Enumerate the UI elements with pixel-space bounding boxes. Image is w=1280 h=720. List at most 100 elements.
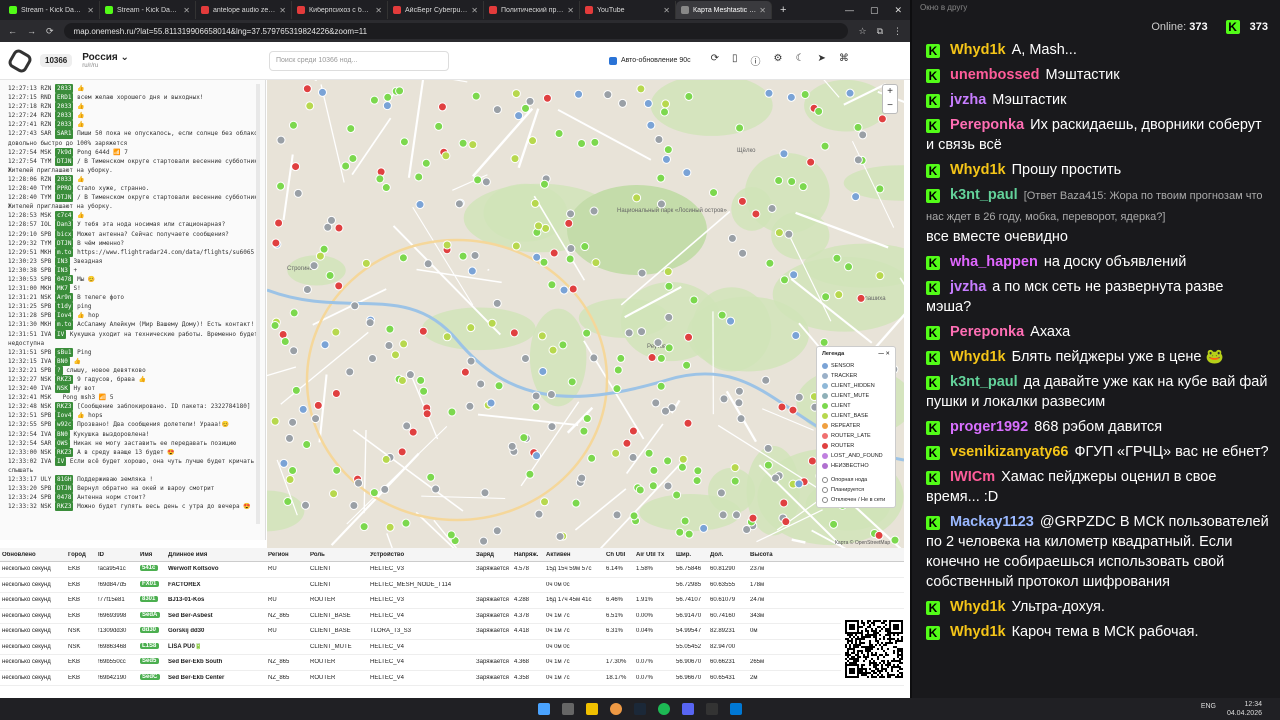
minimize-window-icon[interactable]: —	[845, 5, 854, 16]
log-node-id[interactable]: DTJN	[55, 238, 74, 248]
chat-username[interactable]: wha_happen	[950, 254, 1038, 270]
log-node-id[interactable]: OWS	[55, 438, 70, 448]
log-node-id[interactable]: IN3	[55, 265, 70, 275]
chat-username[interactable]: Mackay1123	[950, 514, 1034, 530]
log-node-id[interactable]: RKZ3	[55, 502, 74, 512]
telegram-icon[interactable]: ➤	[817, 53, 825, 68]
table-row[interactable]: несколько секунд EKB !aca9541c 541c Werwolf …	[0, 562, 904, 578]
log-node-id[interactable]: ?	[55, 365, 63, 375]
browser-tab[interactable]: Карта Meshtastic Росс✕	[676, 1, 772, 19]
table-row[interactable]: несколько секунд NSK !1309dd30 dd30 Gorskij …	[0, 624, 904, 640]
table-row[interactable]: несколько секунд EKB !69b42190 SedC Sed Ber-…	[0, 671, 904, 686]
new-tab-icon[interactable]: +	[780, 4, 786, 16]
column-header[interactable]: Заряд	[474, 552, 512, 558]
star-icon[interactable]: ☆	[858, 26, 866, 37]
log-node-id[interactable]: Ar9n	[55, 293, 74, 303]
log-node-id[interactable]: 2033	[55, 84, 74, 94]
windows-icon[interactable]	[538, 703, 550, 715]
language-indicator[interactable]: ENG	[1201, 703, 1216, 710]
tab-close-icon[interactable]: ✕	[471, 6, 478, 15]
discord-icon[interactable]	[682, 703, 694, 715]
auto-update-toggle[interactable]: Авто-обновление 90с	[608, 56, 691, 65]
column-header[interactable]: Напряж.	[512, 552, 544, 558]
log-node-id[interactable]: RKZ3	[55, 402, 74, 412]
info-icon[interactable]: ⓘ	[751, 53, 761, 68]
log-node-id[interactable]: RKZ3	[55, 447, 74, 457]
phone-icon[interactable]: ▯	[732, 53, 738, 68]
zoom-in-button[interactable]: +	[883, 85, 897, 99]
browser-tab[interactable]: Киберпсихоз с биолог✕	[292, 1, 388, 19]
log-node-id[interactable]: w92c	[55, 420, 74, 430]
map-canvas[interactable]: Национальный парк «Лосиный остров»ЩёлкоБ…	[267, 80, 904, 548]
column-header[interactable]: Длинное имя	[166, 552, 266, 558]
log-node-id[interactable]: 2033	[55, 174, 74, 185]
column-header[interactable]: Имя	[138, 552, 166, 558]
log-node-id[interactable]: SAR1	[55, 129, 74, 139]
refresh-icon[interactable]: ⟳	[711, 53, 719, 68]
table-row[interactable]: несколько секунд EKB !77f15e81 8301 BJ13-01-…	[0, 593, 904, 609]
log-node-id[interactable]: MK7	[55, 284, 70, 294]
log-node-id[interactable]: ERD1	[55, 93, 74, 103]
column-header[interactable]: ID	[96, 552, 138, 558]
column-header[interactable]: Ch Util	[604, 552, 634, 558]
log-node-id[interactable]: 81GH	[55, 475, 74, 485]
log-node-id[interactable]: IV	[55, 456, 67, 466]
chat-username[interactable]: Whyd1k	[950, 349, 1006, 365]
obs-icon[interactable]	[706, 703, 718, 715]
log-node-id[interactable]: IV	[55, 329, 67, 339]
column-header[interactable]: Дол.	[708, 552, 748, 558]
url-field[interactable]: map.onemesh.ru/?lat=55.811319906658014&l…	[63, 23, 849, 39]
chat-username[interactable]: proger1992	[950, 419, 1028, 435]
search-icon[interactable]	[562, 703, 574, 715]
chat-username[interactable]: Pereponka	[950, 324, 1024, 340]
column-header[interactable]: Air Util Tx	[634, 552, 674, 558]
menu-icon[interactable]: ⋮	[893, 26, 902, 37]
log-node-id[interactable]: DTJN	[55, 156, 74, 166]
tab-close-icon[interactable]: ✕	[183, 6, 190, 15]
spotify-icon[interactable]	[658, 703, 670, 715]
chrome-icon[interactable]	[610, 703, 622, 715]
forward-icon[interactable]: →	[27, 26, 36, 36]
column-header[interactable]: Высота	[748, 552, 778, 558]
back-icon[interactable]: ←	[8, 26, 17, 36]
chat-username[interactable]: unembossed	[950, 67, 1039, 83]
log-node-id[interactable]: Iov4	[55, 411, 74, 421]
log-node-id[interactable]: m.to	[55, 320, 74, 330]
chat-username[interactable]: vsenikizanyaty66	[950, 444, 1069, 460]
table-row[interactable]: несколько секунд EKB !69b550cc Sed5 Sed Ber-…	[0, 655, 904, 671]
log-node-id[interactable]: DTJN	[55, 193, 74, 203]
log-node-id[interactable]: PPRO	[55, 184, 74, 194]
log-node-id[interactable]: c7c4	[55, 211, 74, 221]
column-header[interactable]: Активен	[544, 552, 604, 558]
minimize-icon[interactable]: —	[878, 351, 884, 357]
column-header[interactable]: Регион	[266, 552, 308, 558]
chat-username[interactable]: k3nt_paul	[950, 187, 1018, 203]
log-node-id[interactable]: DTJN	[55, 484, 74, 494]
close-icon[interactable]: ✕	[885, 351, 890, 357]
column-header[interactable]: Обновлено	[0, 552, 66, 558]
chat-username[interactable]: IWICm	[950, 469, 995, 485]
zoom-out-button[interactable]: −	[883, 99, 897, 113]
app-icon[interactable]	[730, 703, 742, 715]
tab-close-icon[interactable]: ✕	[567, 6, 574, 15]
log-node-id[interactable]: Iov4	[55, 311, 74, 321]
column-header[interactable]: Город	[66, 552, 96, 558]
explorer-icon[interactable]	[586, 703, 598, 715]
tab-close-icon[interactable]: ✕	[759, 6, 766, 15]
log-node-id[interactable]: RKZ3	[55, 375, 74, 385]
table-row[interactable]: несколько секунд EKB !69693998 SedA Sed Ber-…	[0, 609, 904, 624]
log-node-id[interactable]: t1dy	[55, 302, 74, 312]
tab-close-icon[interactable]: ✕	[663, 6, 670, 15]
column-header[interactable]: Шир.	[674, 552, 708, 558]
steam-icon[interactable]	[634, 703, 646, 715]
browser-tab[interactable]: АйсБерг Cyberpunk20✕	[388, 1, 484, 19]
chat-username[interactable]: jvzha	[950, 279, 986, 295]
settings-icon[interactable]: ⚙	[774, 53, 783, 68]
extensions-icon[interactable]: ⧉	[877, 26, 883, 37]
chat-username[interactable]: Whyd1k	[950, 162, 1006, 178]
region-selector[interactable]: Россия ⌄ ru/r/ru	[82, 52, 129, 69]
clock[interactable]: 12:34 04.04.2026	[1227, 700, 1262, 718]
browser-tab[interactable]: Политический прогнс ✕	[484, 1, 580, 19]
chat-username[interactable]: jvzha	[950, 92, 986, 108]
tab-close-icon[interactable]: ✕	[87, 6, 94, 15]
